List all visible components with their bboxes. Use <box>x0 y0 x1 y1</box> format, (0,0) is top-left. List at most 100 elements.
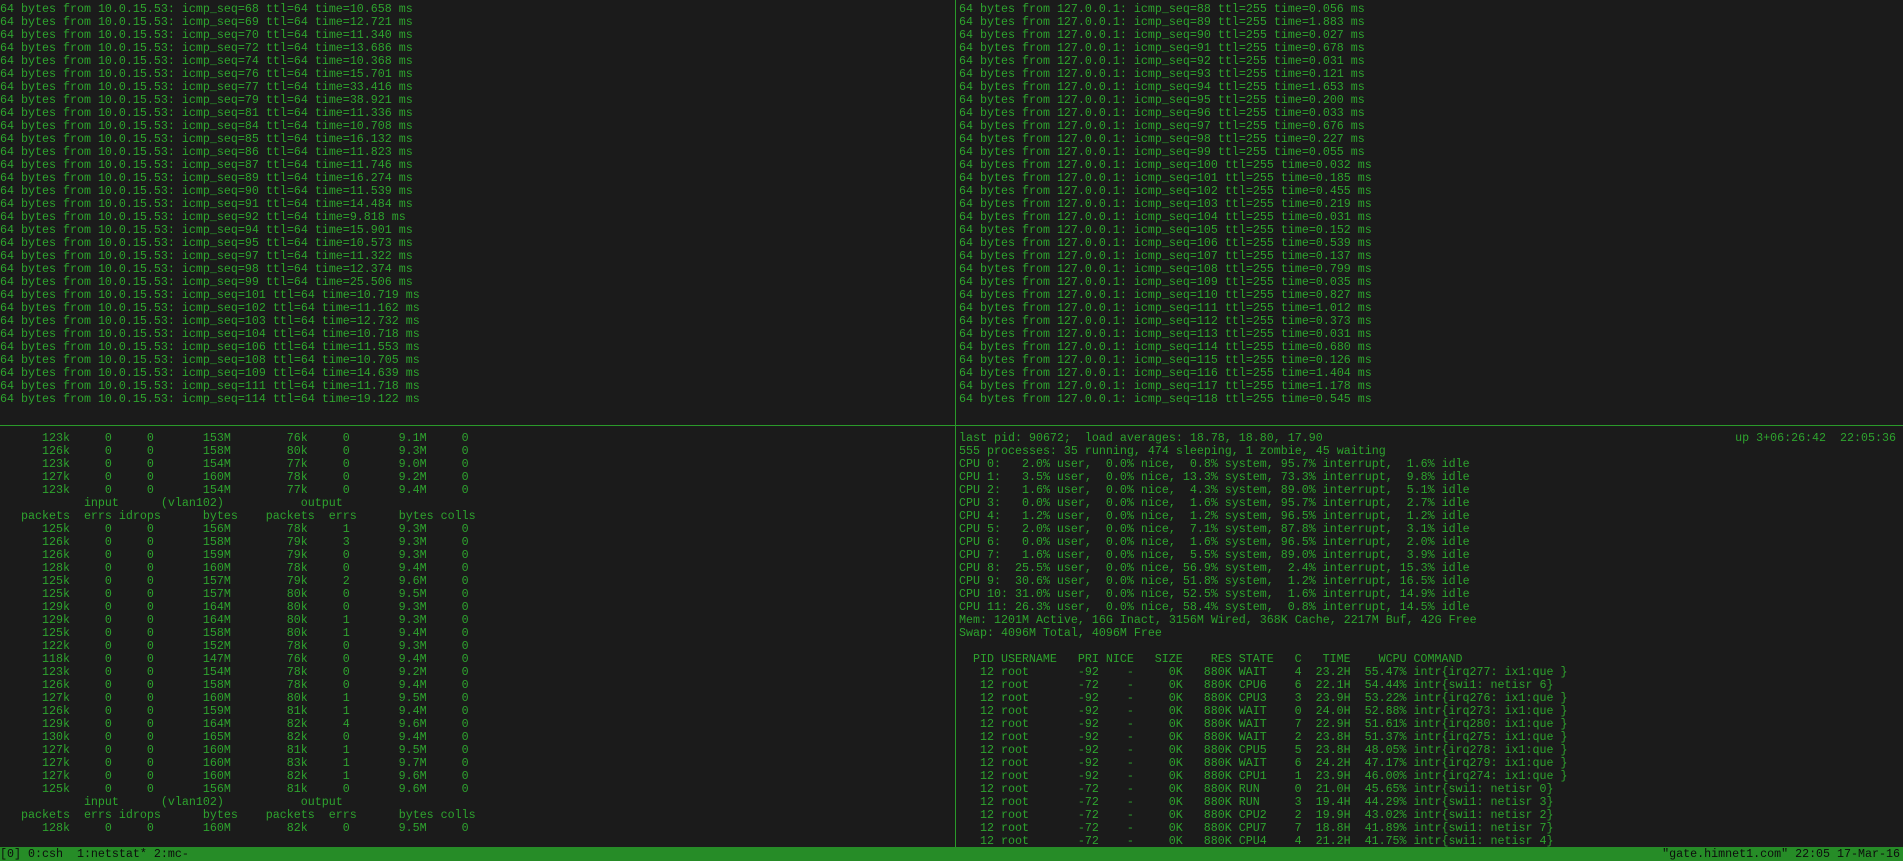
ping-host: 127.0.0.1 <box>1056 80 1120 94</box>
ping-host: 127.0.0.1 <box>1056 2 1120 16</box>
ping-seq: 116 <box>1196 366 1218 380</box>
ping-host: 127.0.0.1 <box>1056 93 1120 107</box>
ping-time: 0.032 <box>1315 158 1351 172</box>
ping-time: 11.746 <box>349 158 392 172</box>
ping-host: 127.0.0.1 <box>1056 236 1120 250</box>
ping-time: 15.701 <box>349 67 392 81</box>
ping-ttl: 255 <box>1252 314 1274 328</box>
netstat-row: 123k 0 0 153M 76k 0 9.1M 0 <box>0 432 955 445</box>
ping-host: 10.0.15.53 <box>97 392 168 406</box>
ping-time: 10.719 <box>356 288 399 302</box>
ping-ttl: 64 <box>293 132 308 146</box>
ping-ttl: 255 <box>1252 223 1274 237</box>
netstat-cell: 81k <box>286 782 308 796</box>
ping-ttl: 64 <box>300 288 315 302</box>
ping-time: 0.126 <box>1315 353 1351 367</box>
ping-seq: 98 <box>244 262 259 276</box>
ping-time: 0.031 <box>1315 210 1351 224</box>
ping-time: 0.027 <box>1308 28 1344 42</box>
ping-seq: 89 <box>244 171 259 185</box>
ping-time: 16.274 <box>349 171 392 185</box>
swap-line: Swap: 4096M Total, 4096M Free <box>959 626 1162 640</box>
ping-seq: 109 <box>1196 275 1218 289</box>
ping-seq: 117 <box>1196 379 1218 393</box>
ping-ttl: 255 <box>1252 288 1274 302</box>
ping-host: 127.0.0.1 <box>1056 106 1120 120</box>
ping-host: 127.0.0.1 <box>1056 28 1120 42</box>
ping-host: 10.0.15.53 <box>97 28 168 42</box>
ping-time: 1.012 <box>1315 301 1351 315</box>
ping-ttl: 64 <box>293 28 308 42</box>
ping-host: 10.0.15.53 <box>97 262 168 276</box>
pane-divider-horizontal[interactable] <box>0 425 1903 426</box>
ping-host: 10.0.15.53 <box>97 223 168 237</box>
ping-ttl: 64 <box>293 67 308 81</box>
ping-local-pane[interactable]: 64 bytes from 127.0.0.1: icmp_seq=88 ttl… <box>959 3 1903 406</box>
netstat-cell: 0 <box>461 782 469 796</box>
ping-host: 10.0.15.53 <box>97 340 168 354</box>
netstat-cell: 0 <box>461 483 469 497</box>
tmux-host-clock: "gate.himnet1.com" 22:05 17-Mar-16 <box>1662 847 1900 861</box>
ping-time: 0.056 <box>1308 2 1344 16</box>
ping-remote-pane[interactable]: 64 bytes from 10.0.15.53: icmp_seq=68 tt… <box>0 3 955 406</box>
ping-ttl: 64 <box>293 106 308 120</box>
netstat-header-columns: packets errs idrops bytes packets errs bytes co… <box>0 809 955 822</box>
netstat-cell: 77k <box>286 483 308 497</box>
ping-seq: 105 <box>1196 223 1218 237</box>
ping-seq: 70 <box>244 28 259 42</box>
ping-ttl: 255 <box>1252 392 1274 406</box>
netstat-header-columns: packets errs idrops bytes packets errs bytes co… <box>0 510 955 523</box>
ping-ttl: 255 <box>1245 93 1267 107</box>
ping-time: 14.639 <box>356 366 399 380</box>
ping-ttl: 64 <box>300 340 315 354</box>
ping-ttl: 255 <box>1245 67 1267 81</box>
ping-host: 127.0.0.1 <box>1056 223 1120 237</box>
ping-host: 10.0.15.53 <box>97 314 168 328</box>
netstat-cell: 9.6M <box>398 782 427 796</box>
ping-time: 0.035 <box>1315 275 1351 289</box>
tmux-window-list[interactable]: [0] 0:csh 1:netstat* 2:mc- <box>0 847 189 861</box>
ping-seq: 103 <box>244 314 266 328</box>
ping-time: 0.219 <box>1315 197 1351 211</box>
ping-seq: 90 <box>1196 28 1211 42</box>
ping-host: 10.0.15.53 <box>97 15 168 29</box>
netstat-row: 127k 0 0 160M 83k 1 9.7M 0 <box>0 757 955 770</box>
ping-host: 127.0.0.1 <box>1056 327 1120 341</box>
pane-divider-vertical[interactable] <box>955 0 956 847</box>
ping-host: 127.0.0.1 <box>1056 249 1120 263</box>
ping-host: 127.0.0.1 <box>1056 288 1120 302</box>
netstat-row: 126k 0 0 158M 79k 3 9.3M 0 <box>0 536 955 549</box>
ping-seq: 89 <box>1196 15 1211 29</box>
ping-seq: 92 <box>244 210 259 224</box>
ping-ttl: 64 <box>293 41 308 55</box>
ping-seq: 76 <box>244 67 259 81</box>
cpu-stats: CPU 0: 2.0% user, 0.0% nice, 0.8% system… <box>959 458 1903 614</box>
ping-host: 10.0.15.53 <box>97 2 168 16</box>
netstat-column-header: idrops <box>118 808 161 822</box>
netstat-row: 122k 0 0 152M 78k 0 9.3M 0 <box>0 640 955 653</box>
ping-seq: 85 <box>244 132 259 146</box>
ping-seq: 106 <box>1196 236 1218 250</box>
netstat-row: 127k 0 0 160M 82k 1 9.6M 0 <box>0 770 955 783</box>
ping-seq: 112 <box>1196 314 1218 328</box>
ping-host: 10.0.15.53 <box>97 288 168 302</box>
netstat-cell: 9.5M <box>398 821 427 835</box>
ping-ttl: 255 <box>1252 197 1274 211</box>
ping-time: 0.031 <box>1315 327 1351 341</box>
ping-seq: 97 <box>1196 119 1211 133</box>
ping-time: 10.718 <box>356 327 399 341</box>
ping-seq: 86 <box>244 145 259 159</box>
ping-seq: 77 <box>244 80 259 94</box>
netstat-pane[interactable]: 123k 0 0 153M 76k 0 9.1M 0 126k 0 0 158M 80k 0 9.3M 0 12… <box>0 432 955 835</box>
ping-host: 127.0.0.1 <box>1056 67 1120 81</box>
ping-ttl: 255 <box>1252 171 1274 185</box>
netstat-row: 128k 0 0 160M 78k 0 9.4M 0 <box>0 562 955 575</box>
ping-time: 0.055 <box>1308 145 1344 159</box>
ping-host: 127.0.0.1 <box>1056 262 1120 276</box>
ping-ttl: 255 <box>1252 353 1274 367</box>
top-pane[interactable]: last pid: 90672; load averages: 18.78, 1… <box>959 432 1903 848</box>
netstat-row: 123k 0 0 154M 77k 0 9.4M 0 <box>0 484 955 497</box>
ping-time: 1.883 <box>1308 15 1344 29</box>
ping-ttl: 255 <box>1252 184 1274 198</box>
ping-ttl: 64 <box>293 184 308 198</box>
